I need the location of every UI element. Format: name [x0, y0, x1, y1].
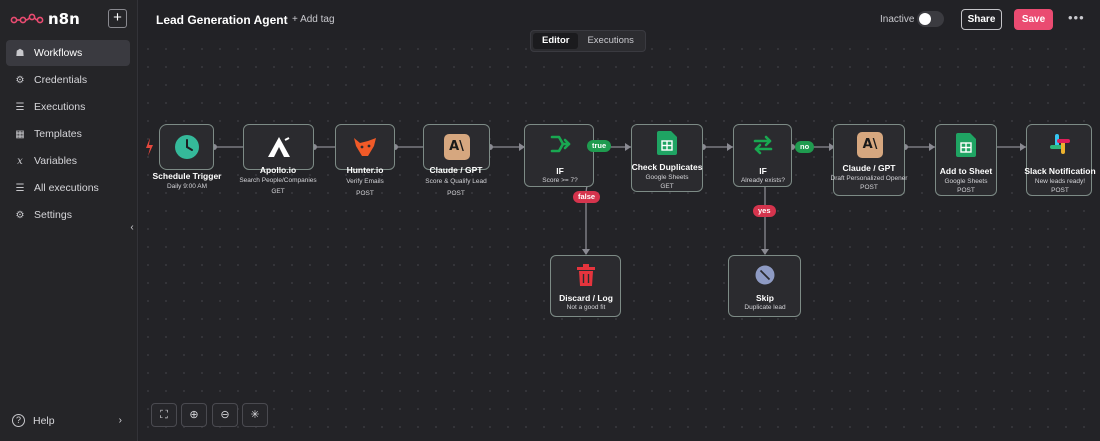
sidebar-item-templates[interactable]: ▦ Templates: [6, 121, 130, 147]
sidebar-item-variables[interactable]: x Variables: [6, 148, 130, 174]
node-label: IF: [556, 166, 564, 176]
list-icon: ☰: [15, 101, 25, 113]
sidebar-item-settings[interactable]: ⚙ Settings: [6, 202, 130, 228]
node-slack[interactable]: Slack Notification New leads ready! POST: [1024, 124, 1096, 196]
collapse-sidebar-icon[interactable]: ‹: [125, 222, 139, 238]
sidebar-item-label: Settings: [34, 209, 72, 221]
help-menu[interactable]: ? Help ›: [12, 414, 122, 427]
sidebar-item-all-executions[interactable]: ☰ All executions: [6, 175, 130, 201]
skip-icon: [755, 265, 775, 285]
node-label: Claude / GPT: [842, 163, 896, 173]
slack-icon: [1050, 134, 1070, 154]
status-label: Inactive: [880, 14, 915, 25]
branch-label-true: true: [587, 140, 612, 152]
sheets-icon: [956, 133, 976, 157]
node-subtitle: New leads ready!: [1034, 178, 1086, 185]
node-hunter[interactable]: [335, 124, 395, 170]
key-icon: ⚙: [15, 74, 25, 86]
workflow-icon: ☗: [15, 47, 25, 59]
zoom-out-button[interactable]: ⊖: [212, 403, 238, 427]
node-discard[interactable]: Discard / Log Not a good fit: [550, 255, 621, 317]
anthropic-icon: A\: [857, 132, 883, 158]
node-method: POST: [860, 184, 878, 191]
share-button[interactable]: Share: [961, 9, 1002, 30]
node-label: IF: [759, 166, 767, 176]
node-check-duplicates[interactable]: Check Duplicates Google Sheets GET: [631, 124, 703, 192]
app: n8n + ☗ Workflows ⚙ Credentials ☰ Execut…: [0, 0, 1100, 441]
node-method: GET: [660, 183, 674, 190]
trigger-bolt-icon: [146, 138, 153, 156]
sidebar-item-label: All executions: [34, 182, 99, 194]
chevron-right-icon: ›: [118, 415, 122, 426]
active-toggle[interactable]: [917, 11, 944, 27]
node-label: Slack Notification: [1024, 166, 1096, 176]
workflow-canvas[interactable]: Editor Executions Schedule Trigger Daily…: [139, 30, 1100, 441]
branch-icon: [550, 135, 571, 153]
toggle-knob: [919, 13, 931, 25]
anthropic-icon: A\: [443, 134, 470, 160]
node-claude-opener[interactable]: A\ Claude / GPT Draft Personalized Opene…: [831, 124, 907, 196]
node-label: Check Duplicates: [631, 162, 703, 172]
trash-icon: [577, 264, 595, 286]
n8n-logo-icon: [10, 13, 44, 24]
sidebar-nav: ☗ Workflows ⚙ Credentials ☰ Executions ▦…: [6, 40, 130, 229]
workflow-title[interactable]: Lead Generation Agent: [156, 13, 288, 27]
add-button[interactable]: +: [108, 9, 127, 28]
sidebar: n8n + ☗ Workflows ⚙ Credentials ☰ Execut…: [0, 0, 138, 441]
help-icon: ?: [12, 414, 25, 427]
node-if-exists[interactable]: IF Already exists?: [733, 124, 792, 187]
variable-icon: x: [17, 155, 23, 167]
sheets-icon: [657, 131, 677, 155]
branch-icon: [753, 135, 773, 155]
node-if-score[interactable]: IF Score >= 7?: [524, 124, 594, 187]
node-claude-score[interactable]: A\: [423, 124, 490, 170]
node-label: Claude / GPT: [429, 165, 483, 175]
node-schedule-trigger[interactable]: [159, 124, 214, 170]
node-label: Skip: [756, 293, 774, 303]
node-apollo[interactable]: [243, 124, 314, 170]
node-label: Discard / Log: [559, 293, 613, 303]
apollo-logo-icon: [267, 137, 290, 157]
logo[interactable]: n8n: [10, 9, 80, 29]
sidebar-item-executions[interactable]: ☰ Executions: [6, 94, 130, 120]
branch-label-false: false: [573, 191, 601, 203]
template-icon: ▦: [15, 128, 25, 140]
more-options-icon[interactable]: •••: [1068, 10, 1085, 25]
branch-label-yes: yes: [753, 205, 776, 217]
fox-icon: [354, 138, 376, 156]
fit-view-button[interactable]: ⛶: [151, 403, 177, 427]
node-method: POST: [1051, 187, 1069, 194]
save-button[interactable]: Save: [1014, 9, 1053, 30]
branch-label-no: no: [795, 141, 815, 153]
node-subtitle: Google Sheets: [645, 174, 689, 181]
node-subtitle: Not a good fit: [566, 304, 606, 311]
list-icon: ☰: [15, 182, 25, 194]
node-subtitle: Duplicate lead: [744, 304, 786, 311]
sidebar-item-label: Templates: [34, 128, 82, 140]
app-name: n8n: [48, 10, 80, 28]
sidebar-item-workflows[interactable]: ☗ Workflows: [6, 40, 130, 66]
zoom-in-button[interactable]: ⊕: [181, 403, 207, 427]
node-subtitle: Draft Personalized Opener: [830, 175, 908, 182]
add-tag-button[interactable]: + Add tag: [292, 14, 335, 25]
node-subtitle: Already exists?: [740, 177, 786, 184]
sidebar-item-credentials[interactable]: ⚙ Credentials: [6, 67, 130, 93]
clock-icon: [174, 135, 199, 159]
node-method: POST: [447, 190, 465, 197]
node-subtitle: Score >= 7?: [542, 177, 578, 184]
node-skip[interactable]: Skip Duplicate lead: [728, 255, 801, 317]
tidy-up-button[interactable]: ✳: [242, 403, 268, 427]
sidebar-item-label: Executions: [34, 101, 86, 113]
gear-icon: ⚙: [15, 209, 25, 221]
node-add-to-sheet[interactable]: Add to Sheet Google Sheets POST: [935, 124, 997, 196]
sidebar-item-label: Variables: [34, 155, 77, 167]
sidebar-item-label: Workflows: [34, 47, 83, 59]
node-subtitle: Score & Qualify Lead: [425, 178, 487, 185]
help-label: Help: [33, 414, 55, 427]
sidebar-item-label: Credentials: [34, 74, 88, 86]
connections: [146, 138, 1037, 255]
